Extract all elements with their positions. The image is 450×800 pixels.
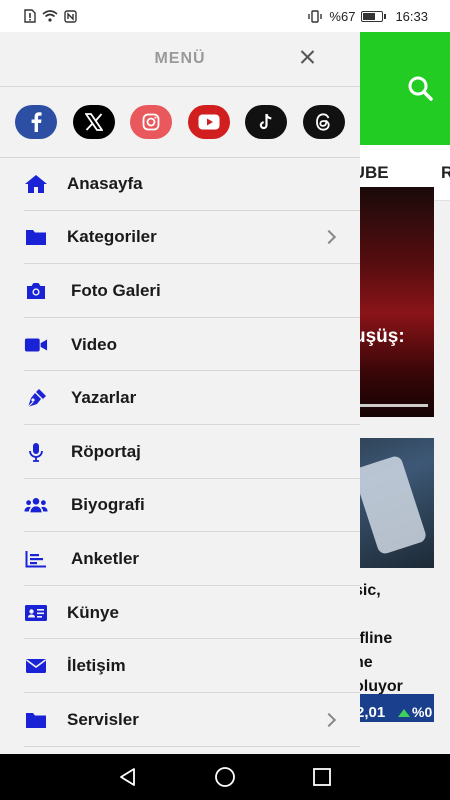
pen-icon bbox=[24, 388, 48, 408]
tiktok-button[interactable] bbox=[245, 105, 288, 139]
tiktok-icon bbox=[260, 113, 272, 130]
sim-alert-icon bbox=[24, 9, 36, 23]
back-icon[interactable] bbox=[118, 767, 138, 787]
battery-level bbox=[363, 12, 375, 20]
video-icon bbox=[24, 335, 48, 355]
folder-icon bbox=[24, 710, 48, 730]
threads-icon bbox=[316, 113, 331, 131]
side-menu-drawer: MENÜ Anasayfa Kategoriler Foto Galeri Vi… bbox=[0, 32, 360, 754]
instagram-button[interactable] bbox=[130, 105, 173, 139]
status-right-icons: %67 16:33 bbox=[307, 9, 428, 24]
menu-item-label: Röportaj bbox=[71, 441, 141, 461]
instagram-icon bbox=[142, 113, 160, 131]
menu-list: Anasayfa Kategoriler Foto Galeri Video Y… bbox=[0, 157, 360, 747]
up-arrow-icon bbox=[398, 709, 410, 717]
battery-icon bbox=[361, 10, 387, 22]
menu-item-biyografi[interactable]: Biyografi bbox=[0, 479, 360, 533]
envelope-icon bbox=[24, 656, 48, 676]
ticker-percent: %0 bbox=[412, 704, 433, 720]
menu-item-iletisim[interactable]: İletişim bbox=[0, 639, 360, 693]
slider-indicator bbox=[360, 404, 428, 407]
menu-item-label: Video bbox=[71, 334, 117, 354]
x-button[interactable] bbox=[72, 105, 115, 139]
drawer-title: MENÜ bbox=[154, 50, 206, 67]
menu-item-label: Servisler bbox=[67, 709, 139, 729]
chart-icon bbox=[24, 549, 48, 569]
menu-item-label: İletişim bbox=[67, 656, 126, 676]
facebook-button[interactable] bbox=[15, 105, 57, 139]
ticker-value: 2,01 bbox=[356, 704, 386, 721]
home-icon bbox=[24, 174, 48, 194]
youtube-icon bbox=[198, 114, 220, 130]
menu-item-label: Yazarlar bbox=[71, 388, 137, 408]
home-button-icon[interactable] bbox=[214, 766, 236, 788]
youtube-button[interactable] bbox=[187, 105, 230, 139]
menu-item-anasayfa[interactable]: Anasayfa bbox=[0, 157, 360, 211]
system-nav-bar bbox=[0, 754, 450, 800]
menu-item-roportaj[interactable]: Röportaj bbox=[0, 425, 360, 479]
users-icon bbox=[24, 495, 48, 515]
recents-icon[interactable] bbox=[312, 767, 332, 787]
camera-icon bbox=[24, 281, 48, 301]
clock: 16:33 bbox=[395, 8, 428, 24]
status-bar: %67 16:33 bbox=[0, 0, 450, 32]
menu-item-foto-galeri[interactable]: Foto Galeri bbox=[0, 264, 360, 318]
search-icon[interactable] bbox=[406, 74, 434, 102]
facebook-icon bbox=[31, 112, 42, 132]
menu-item-yazarlar[interactable]: Yazarlar bbox=[0, 371, 360, 425]
menu-item-anketler[interactable]: Anketler bbox=[0, 532, 360, 586]
news-card-title: uşüş: bbox=[354, 326, 405, 347]
nav-item-next[interactable]: R bbox=[441, 163, 450, 183]
chevron-right-icon bbox=[321, 712, 337, 727]
x-icon bbox=[84, 113, 103, 131]
menu-item-servisler[interactable]: Servisler bbox=[0, 693, 360, 747]
nfc-icon bbox=[64, 9, 77, 23]
id-card-icon bbox=[24, 603, 48, 623]
menu-item-label: Kategoriler bbox=[67, 227, 157, 247]
social-links bbox=[0, 87, 360, 157]
menu-item-kunye[interactable]: Künye bbox=[0, 586, 360, 640]
close-icon[interactable] bbox=[296, 45, 320, 69]
microphone-icon bbox=[24, 442, 48, 462]
threads-button[interactable] bbox=[302, 105, 345, 139]
wifi-icon bbox=[42, 10, 58, 22]
menu-item-kategoriler[interactable]: Kategoriler bbox=[0, 211, 360, 265]
menu-item-label: Anketler bbox=[71, 548, 140, 568]
menu-item-label: Anasayfa bbox=[67, 173, 143, 193]
chevron-right-icon bbox=[321, 230, 337, 245]
menu-item-video[interactable]: Video bbox=[0, 318, 360, 372]
battery-percent: %67 bbox=[329, 8, 356, 24]
folder-icon bbox=[24, 227, 48, 247]
status-left-icons bbox=[24, 9, 77, 23]
menu-item-label: Biyografi bbox=[71, 495, 145, 515]
vibrate-icon bbox=[308, 9, 323, 23]
drawer-header: MENÜ bbox=[0, 32, 360, 86]
menu-item-label: Künye bbox=[67, 602, 119, 622]
menu-item-label: Foto Galeri bbox=[71, 280, 161, 300]
